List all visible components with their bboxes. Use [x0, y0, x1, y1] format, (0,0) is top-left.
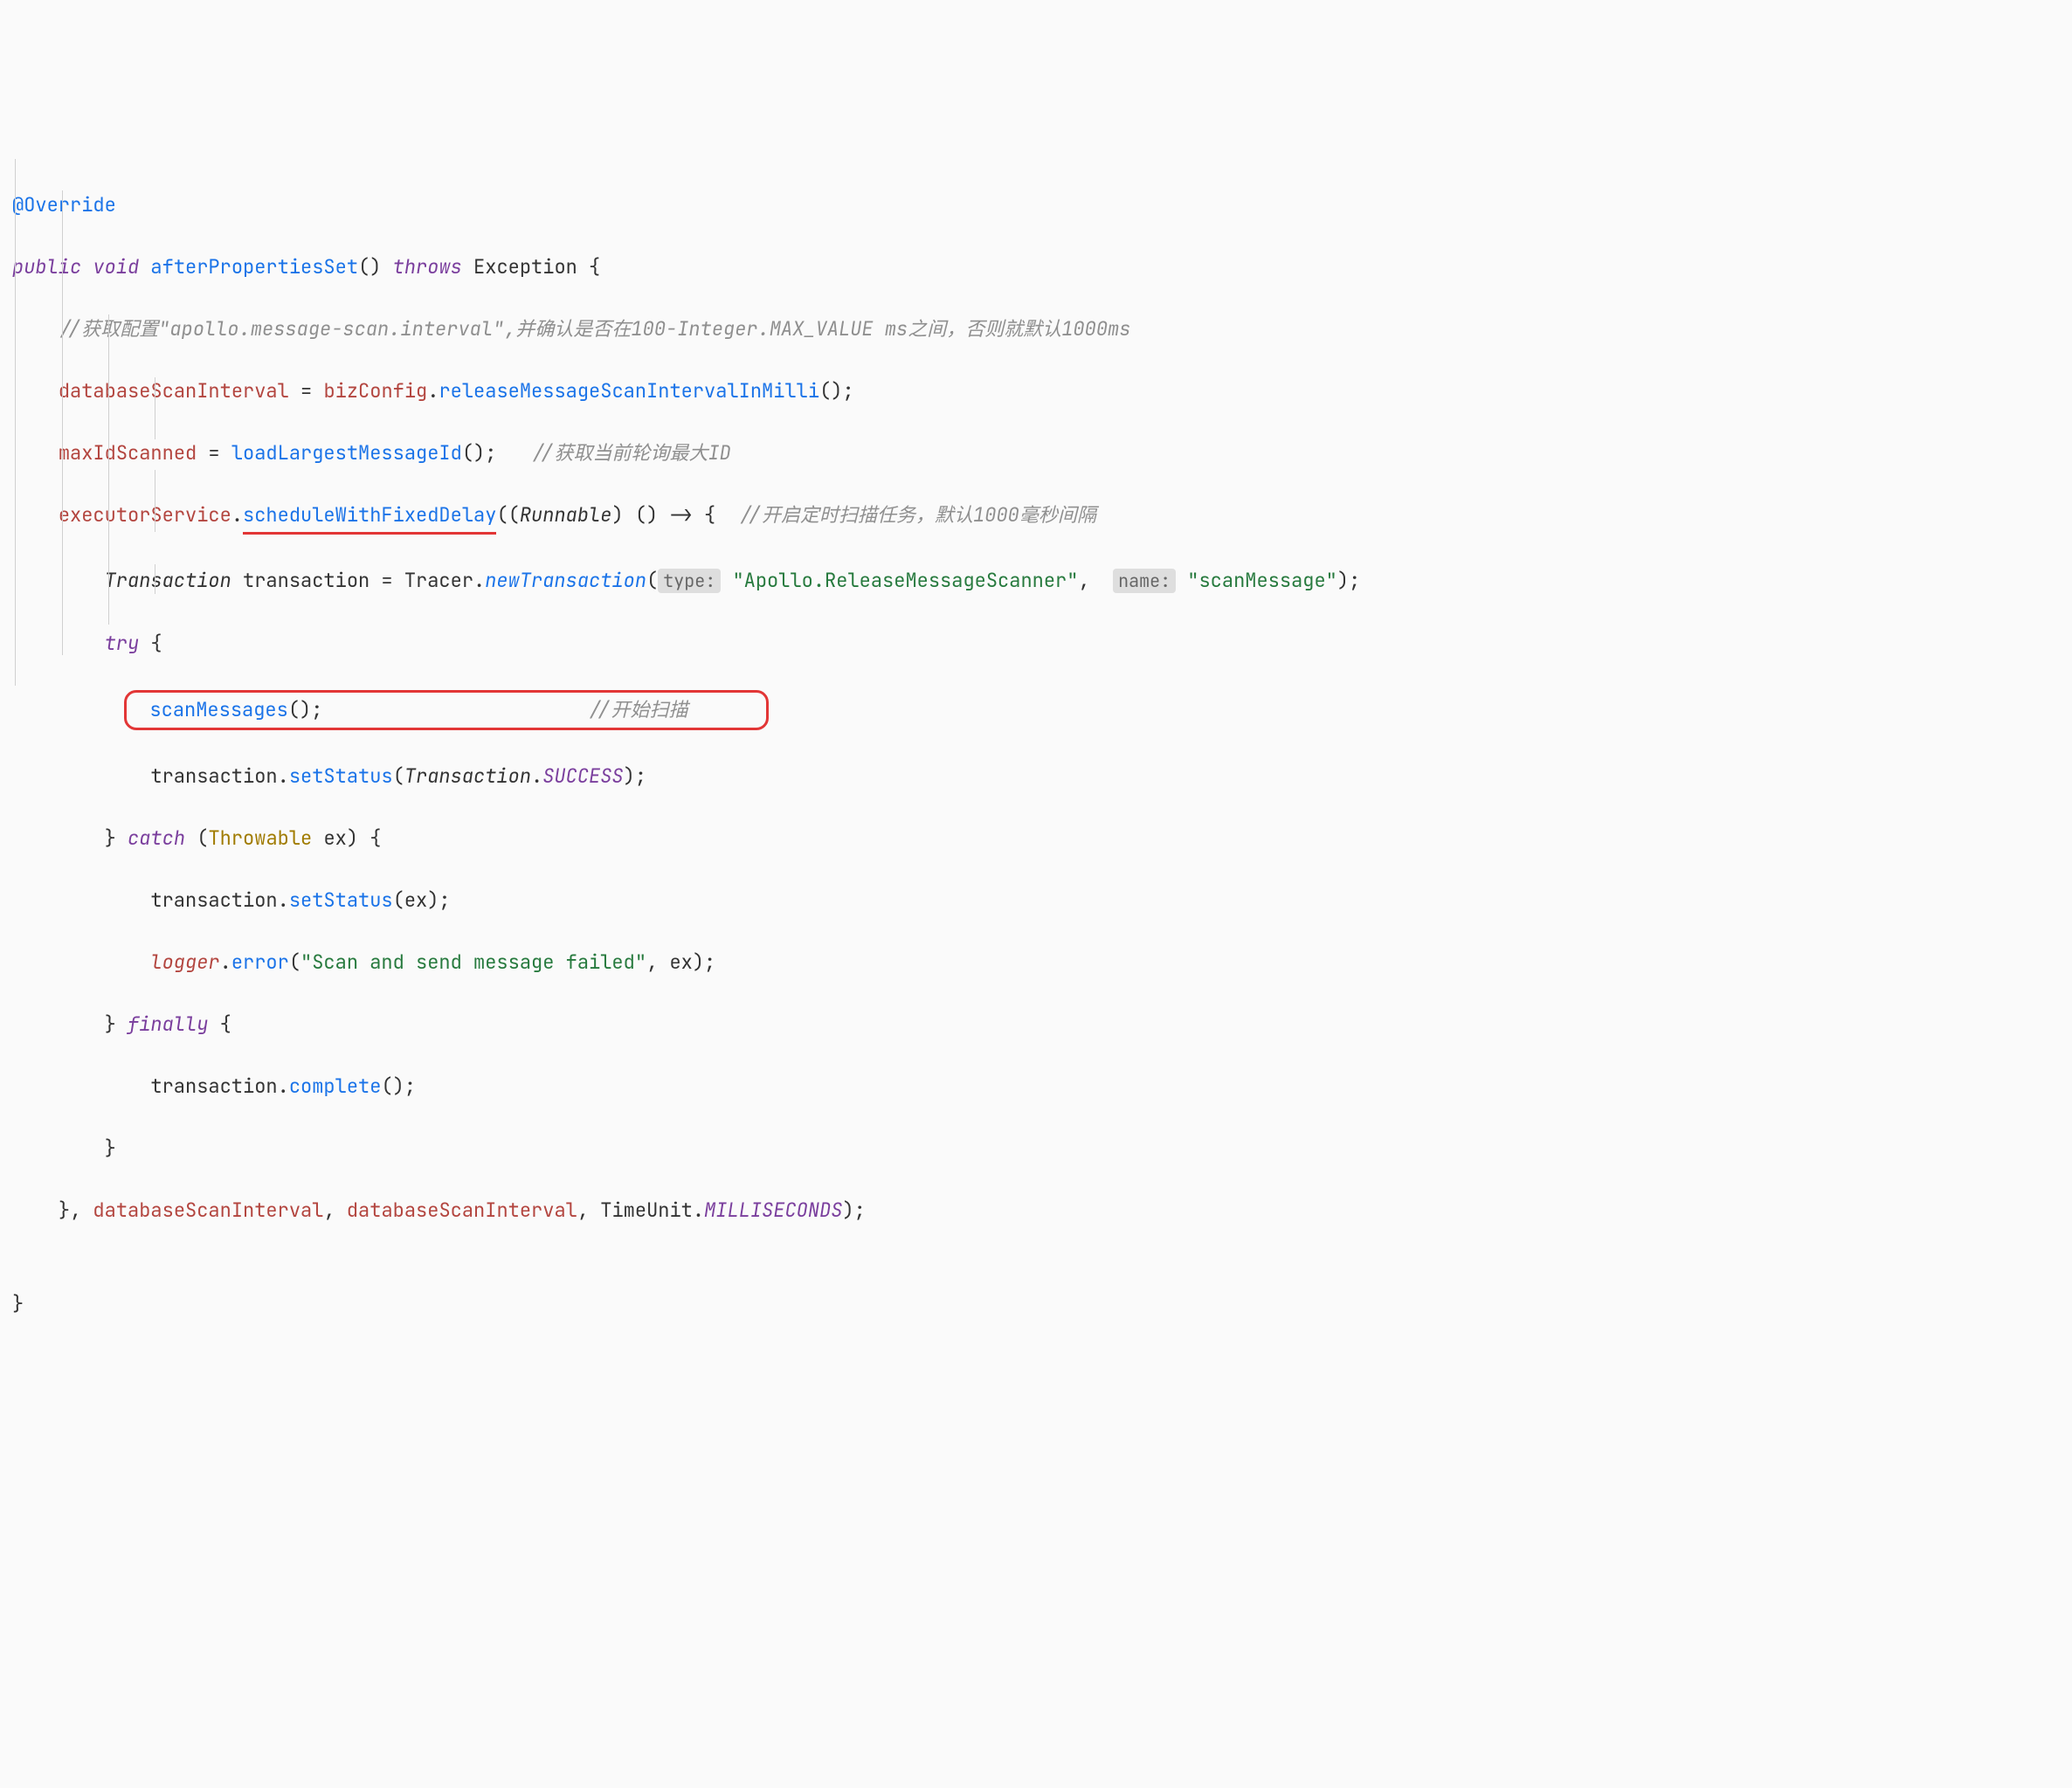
indent-guide [15, 159, 16, 686]
keyword-throws: throws [393, 254, 462, 280]
keyword-finally: finally [128, 1011, 208, 1037]
variable: transaction [150, 1073, 277, 1099]
brace-open: { [577, 254, 600, 280]
code-line: try { [0, 628, 2072, 659]
type: Transaction [105, 568, 231, 593]
code-line: //获取配置"apollo.message-scan.interval",并确认… [0, 314, 2072, 345]
keyword-try: try [105, 631, 140, 656]
code-line: } catch (Throwable ex) { [0, 823, 2072, 854]
throwable-type: Throwable [208, 825, 312, 851]
underlined-method: scheduleWithFixedDelay [243, 500, 496, 535]
class-ref: TimeUnit [600, 1198, 693, 1223]
code-line: executorService.scheduleWithFixedDelay((… [0, 500, 2072, 535]
code-line: maxIdScanned = loadLargestMessageId(); /… [0, 438, 2072, 469]
code-line: transaction.setStatus(Transaction.SUCCES… [0, 761, 2072, 792]
comment: //获取配置"apollo.message-scan.interval",并确认… [59, 316, 1131, 342]
field-ref: databaseScanInterval [59, 378, 289, 404]
string-literal: "scanMessage" [1187, 568, 1337, 593]
code-line: @Override [0, 190, 2072, 221]
code-line: } [0, 1288, 2072, 1320]
code-line: logger.error("Scan and send message fail… [0, 947, 2072, 978]
code-line-highlighted: scanMessages(); //开始扫描 [0, 690, 2072, 730]
annotation: @Override [12, 192, 116, 217]
keyword-catch: catch [128, 825, 185, 851]
variable: transaction [243, 568, 370, 593]
code-editor[interactable]: @Override public void afterPropertiesSet… [0, 128, 2072, 1629]
field-ref: databaseScanInterval [93, 1198, 323, 1223]
method-call: setStatus [289, 887, 393, 913]
comment: //获取当前轮询最大ID [531, 440, 731, 466]
field-ref: databaseScanInterval [347, 1198, 577, 1223]
code-line: databaseScanInterval = bizConfig.release… [0, 376, 2072, 407]
code-line: public void afterPropertiesSet() throws … [0, 252, 2072, 283]
code-line: transaction.complete(); [0, 1071, 2072, 1102]
cast-type: Runnable [520, 502, 612, 528]
variable: transaction [150, 887, 277, 913]
method-call: scheduleWithFixedDelay [243, 502, 496, 528]
method-call: releaseMessageScanIntervalInMilli [439, 378, 819, 404]
highlight-box: scanMessages(); //开始扫描 [124, 690, 769, 730]
method-call: complete [289, 1073, 382, 1099]
code-line: } finally { [0, 1009, 2072, 1040]
indent-guide [62, 190, 63, 655]
comment: //开始扫描 [588, 697, 687, 722]
method-call: error [231, 949, 289, 975]
param-hint-type: type: [658, 569, 721, 593]
method-call: newTransaction [485, 568, 646, 593]
code-line: Transaction transaction = Tracer.newTran… [0, 565, 2072, 597]
code-line: }, databaseScanInterval, databaseScanInt… [0, 1195, 2072, 1226]
brace-close: } [105, 1136, 116, 1161]
parens: () [358, 254, 393, 280]
method-call: setStatus [289, 763, 393, 789]
class-ref: Tracer [404, 568, 473, 593]
code-line: } [0, 1133, 2072, 1164]
string-literal: "Scan and send message failed" [300, 949, 646, 975]
logger-field: logger [150, 949, 219, 975]
class-ref: Transaction [404, 763, 531, 789]
brace-close: } [12, 1291, 24, 1316]
variable: transaction [150, 763, 277, 789]
param-hint-name: name: [1113, 569, 1176, 593]
field-ref: maxIdScanned [59, 440, 197, 466]
constant: SUCCESS [542, 763, 623, 789]
constant: MILLISECONDS [704, 1198, 842, 1223]
method-call: scanMessages [149, 697, 287, 722]
method-call: loadLargestMessageId [231, 440, 462, 466]
field-ref: bizConfig [323, 378, 427, 404]
code-line: transaction.setStatus(ex); [0, 885, 2072, 916]
string-literal: "Apollo.ReleaseMessageScanner" [732, 568, 1078, 593]
indent-guide [108, 314, 109, 625]
keyword-void: void [93, 254, 139, 280]
exception-type: Exception [473, 254, 577, 280]
field-ref: executorService [59, 502, 231, 528]
keyword-public: public [12, 254, 81, 280]
comment: //开启定时扫描任务，默认1000毫秒间隔 [739, 502, 1096, 528]
method-name: afterPropertiesSet [150, 254, 358, 280]
